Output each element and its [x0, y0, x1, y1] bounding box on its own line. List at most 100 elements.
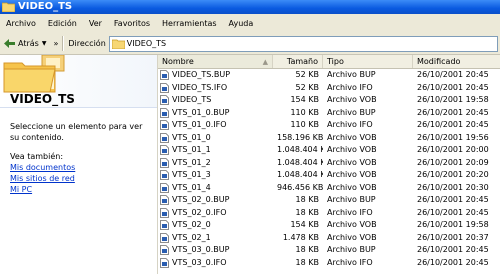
- file-type: Archivo BUP: [327, 107, 376, 117]
- menu-herramientas[interactable]: Herramientas: [156, 19, 223, 28]
- file-modified: 26/10/2001 20:37: [417, 232, 489, 242]
- back-dropdown-icon[interactable]: ▼: [42, 40, 47, 47]
- file-type: Archivo VOB: [327, 220, 377, 229]
- file-modified: 26/10/2001 20:45: [417, 195, 489, 204]
- link-mis-sitios-de-red[interactable]: Mis sitios de red: [10, 173, 157, 184]
- file-name: VTS_02_0.BUP: [172, 195, 230, 204]
- task-pane-header: VIDEO_TS: [0, 55, 157, 108]
- menu-favoritos[interactable]: Favoritos: [108, 19, 156, 28]
- file-icon: [160, 170, 169, 181]
- back-label: Atrás: [18, 39, 39, 48]
- file-row[interactable]: VTS_02_0.IFO 18 KB Archivo IFO 26/10/2001 2…: [158, 207, 500, 220]
- file-type: Archivo BUP: [327, 70, 376, 79]
- file-row[interactable]: VTS_01_0 158.196 KB Archivo VOB 26/10/2001 …: [158, 132, 500, 145]
- file-modified: 26/10/2001 20:45: [417, 107, 489, 117]
- file-name-cell: VTS_03_0.BUP: [158, 244, 273, 257]
- file-modified: 26/10/2001 19:56: [417, 132, 489, 142]
- file-name-cell: VTS_01_0.BUP: [158, 107, 273, 120]
- file-type: Archivo VOB: [327, 182, 377, 192]
- column-header-size[interactable]: Tamaño: [273, 55, 323, 68]
- file-list: Nombre ▲ Tamaño Tipo Modificado VIDEO_TS…: [157, 55, 500, 274]
- file-row[interactable]: VTS_03_0.BUP 18 KB Archivo BUP 26/10/2001 2…: [158, 244, 500, 257]
- column-header-name[interactable]: Nombre ▲: [158, 55, 273, 68]
- back-button[interactable]: Atrás ▼: [0, 35, 49, 52]
- file-row[interactable]: VIDEO_TS 154 KB Archivo VOB 26/10/2001 19:5…: [158, 94, 500, 107]
- file-size: 1.048.404 KB: [277, 170, 323, 179]
- column-header-modified[interactable]: Modificado: [413, 55, 500, 68]
- file-size: 946.456 KB: [277, 182, 323, 192]
- menu-ayuda[interactable]: Ayuda: [223, 19, 260, 28]
- file-type: Archivo BUP: [327, 245, 376, 254]
- file-row[interactable]: VTS_02_1 1.478 KB Archivo VOB 26/10/2001 20…: [158, 232, 500, 245]
- file-name: VTS_03_0.BUP: [172, 245, 230, 254]
- file-size: 158.196 KB: [277, 132, 323, 142]
- file-row[interactable]: VTS_01_4 946.456 KB Archivo VOB 26/10/2001 …: [158, 182, 500, 195]
- file-size: 18 KB: [295, 245, 319, 254]
- file-icon: [160, 207, 169, 218]
- file-type: Archivo VOB: [327, 95, 377, 104]
- file-icon: [160, 120, 169, 131]
- file-name: VTS_02_0: [172, 220, 211, 229]
- file-row[interactable]: VTS_01_1 1.048.404 KB Archivo VOB 26/10/200…: [158, 144, 500, 157]
- file-type: Archivo IFO: [327, 120, 373, 129]
- file-name-cell: VTS_02_0: [158, 219, 273, 232]
- file-size: 52 KB: [295, 70, 319, 79]
- task-pane: VIDEO_TS Seleccione un elemento para ver…: [0, 55, 157, 274]
- column-header-type[interactable]: Tipo: [323, 55, 413, 68]
- toolbar-separator: [62, 36, 65, 51]
- file-row[interactable]: VTS_01_2 1.048.404 KB Archivo VOB 26/10/200…: [158, 157, 500, 170]
- file-modified: 26/10/2001 20:45: [417, 257, 489, 267]
- file-name-cell: VIDEO_TS.IFO: [158, 82, 273, 95]
- file-name: VTS_01_4: [172, 182, 211, 192]
- file-name-cell: VTS_01_0.IFO: [158, 119, 273, 132]
- address-value: VIDEO_TS: [126, 39, 167, 48]
- file-size: 1.048.404 KB: [277, 157, 323, 167]
- file-name: VIDEO_TS: [172, 95, 212, 104]
- file-modified: 26/10/2001 20:45: [417, 70, 489, 79]
- file-type: Archivo IFO: [327, 207, 373, 217]
- file-name: VTS_01_3: [172, 170, 211, 179]
- file-name-cell: VTS_02_0.IFO: [158, 207, 273, 220]
- sort-ascending-icon: ▲: [262, 58, 268, 66]
- file-name: VTS_01_0: [172, 132, 211, 142]
- link-mi-pc[interactable]: Mi PC: [10, 184, 157, 195]
- file-name: VTS_01_0.IFO: [172, 120, 227, 129]
- file-row[interactable]: VTS_01_0.BUP 110 KB Archivo BUP 26/10/2001 …: [158, 107, 500, 120]
- file-type: Archivo BUP: [327, 195, 376, 204]
- task-pane-description: Seleccione un elemento para ver su conte…: [10, 122, 143, 142]
- file-row[interactable]: VIDEO_TS.BUP 52 KB Archivo BUP 26/10/2001 2…: [158, 69, 500, 82]
- file-modified: 26/10/2001 20:45: [417, 245, 489, 254]
- file-modified: 26/10/2001 19:58: [417, 220, 489, 229]
- back-arrow-icon: [4, 39, 15, 48]
- file-name: VIDEO_TS.IFO: [172, 82, 228, 92]
- file-name-cell: VTS_03_0.IFO: [158, 257, 273, 270]
- file-icon: [160, 82, 169, 93]
- file-modified: 26/10/2001 20:00: [417, 145, 489, 154]
- file-icon: [160, 95, 169, 106]
- file-name: VTS_01_2: [172, 157, 211, 167]
- title-bar[interactable]: VIDEO_TS: [0, 0, 500, 14]
- file-size: 1.478 KB: [282, 232, 319, 242]
- file-row[interactable]: VTS_02_0.BUP 18 KB Archivo BUP 26/10/2001 2…: [158, 194, 500, 207]
- menu-ver[interactable]: Ver: [83, 19, 108, 28]
- file-row[interactable]: VTS_01_3 1.048.404 KB Archivo VOB 26/10/200…: [158, 169, 500, 182]
- menu-archivo[interactable]: Archivo: [0, 19, 42, 28]
- file-name: VTS_03_0.IFO: [172, 257, 227, 267]
- file-size: 52 KB: [295, 82, 319, 92]
- file-icon: [160, 157, 169, 168]
- file-row[interactable]: VTS_01_0.IFO 110 KB Archivo IFO 26/10/2001 …: [158, 119, 500, 132]
- file-row[interactable]: VTS_03_0.IFO 18 KB Archivo IFO 26/10/2001 2…: [158, 257, 500, 270]
- menu-edicion[interactable]: Edición: [42, 19, 83, 28]
- file-name-cell: VTS_02_1: [158, 232, 273, 245]
- link-mis-documentos[interactable]: Mis documentos: [10, 162, 157, 173]
- file-name: VTS_01_0.BUP: [172, 107, 230, 117]
- file-icon: [160, 195, 169, 206]
- window-title: VIDEO_TS: [18, 1, 73, 12]
- toolbar-chevron-icon[interactable]: »: [53, 39, 58, 48]
- file-modified: 26/10/2001 20:45: [417, 82, 489, 92]
- file-modified: 26/10/2001 20:45: [417, 120, 489, 129]
- file-row[interactable]: VTS_02_0 154 KB Archivo VOB 26/10/2001 19:5…: [158, 219, 500, 232]
- file-modified: 26/10/2001 20:20: [417, 170, 489, 179]
- address-bar[interactable]: VIDEO_TS: [108, 35, 498, 52]
- file-row[interactable]: VIDEO_TS.IFO 52 KB Archivo IFO 26/10/2001 2…: [158, 82, 500, 95]
